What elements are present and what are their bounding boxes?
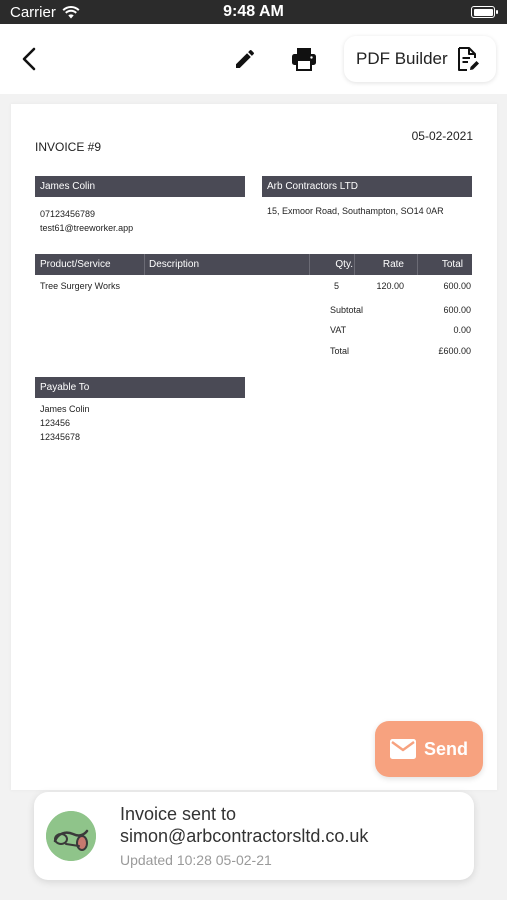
status-time: 9:48 AM [223, 3, 284, 20]
pencil-icon [236, 49, 255, 68]
print-button[interactable] [288, 44, 320, 74]
col-divider [354, 254, 355, 275]
invoice-date: 05-02-2021 [411, 129, 473, 143]
subtotal-value: 600.00 [443, 305, 471, 315]
col-divider [309, 254, 310, 275]
row-qty: 5 [333, 281, 339, 291]
notification-toast[interactable]: Invoice sent to simon@arbcontractorsltd.… [34, 792, 474, 880]
status-bar: Carrier 9:48 AM [0, 0, 507, 24]
company-name-header: Arb Contractors LTD [262, 176, 472, 197]
col-divider [144, 254, 145, 275]
edit-button[interactable] [230, 44, 260, 74]
client-phone: 07123456789 [40, 209, 96, 219]
back-chevron-icon [22, 47, 36, 71]
row-product: Tree Surgery Works [40, 281, 121, 291]
col-qty: Qty. [335, 259, 353, 270]
payable-line3: 12345678 [40, 432, 81, 442]
printer-icon [292, 48, 316, 71]
col-divider [417, 254, 418, 275]
company-address: 15, Exmoor Road, Southampton, SO14 0AR [267, 206, 444, 216]
total-value: £600.00 [438, 346, 471, 356]
avatar [46, 811, 96, 861]
payable-to-header: Payable To [35, 377, 245, 398]
pdf-builder-button[interactable]: PDF Builder [344, 36, 496, 82]
battery-icon [471, 6, 498, 18]
subtotal-label: Subtotal [330, 305, 364, 315]
col-product: Product/Service [40, 259, 111, 270]
row-rate: 120.00 [376, 281, 404, 291]
vat-value: 0.00 [453, 325, 471, 335]
col-total: Total [441, 259, 463, 270]
toast-line1: Invoice sent to [120, 804, 237, 824]
pdf-builder-label: PDF Builder [356, 49, 448, 68]
payable-name: James Colin [40, 404, 90, 414]
client-name-header: James Colin [35, 176, 245, 197]
payable-line2: 123456 [40, 418, 71, 428]
toast-email: simon@arbcontractorsltd.co.uk [120, 826, 369, 846]
invoice-preview: INVOICE #9 05-02-2021 James Colin 071234… [11, 104, 497, 790]
nav-bar: PDF Builder [0, 24, 507, 94]
tree-logo-icon [46, 811, 96, 861]
send-label: Send [423, 738, 468, 759]
toast-updated: Updated 10:28 05-02-21 [120, 852, 272, 868]
document-edit-icon [457, 47, 479, 71]
row-total: 600.00 [443, 281, 471, 291]
send-button[interactable]: Send [375, 721, 483, 777]
invoice-title: INVOICE #9 [35, 140, 102, 154]
total-label: Total [330, 346, 350, 356]
col-description: Description [149, 259, 200, 270]
mail-icon [389, 739, 416, 759]
vat-label: VAT [330, 325, 347, 335]
back-button[interactable] [14, 44, 44, 74]
client-email: test61@treeworker.app [40, 223, 134, 233]
col-rate: Rate [382, 259, 404, 270]
